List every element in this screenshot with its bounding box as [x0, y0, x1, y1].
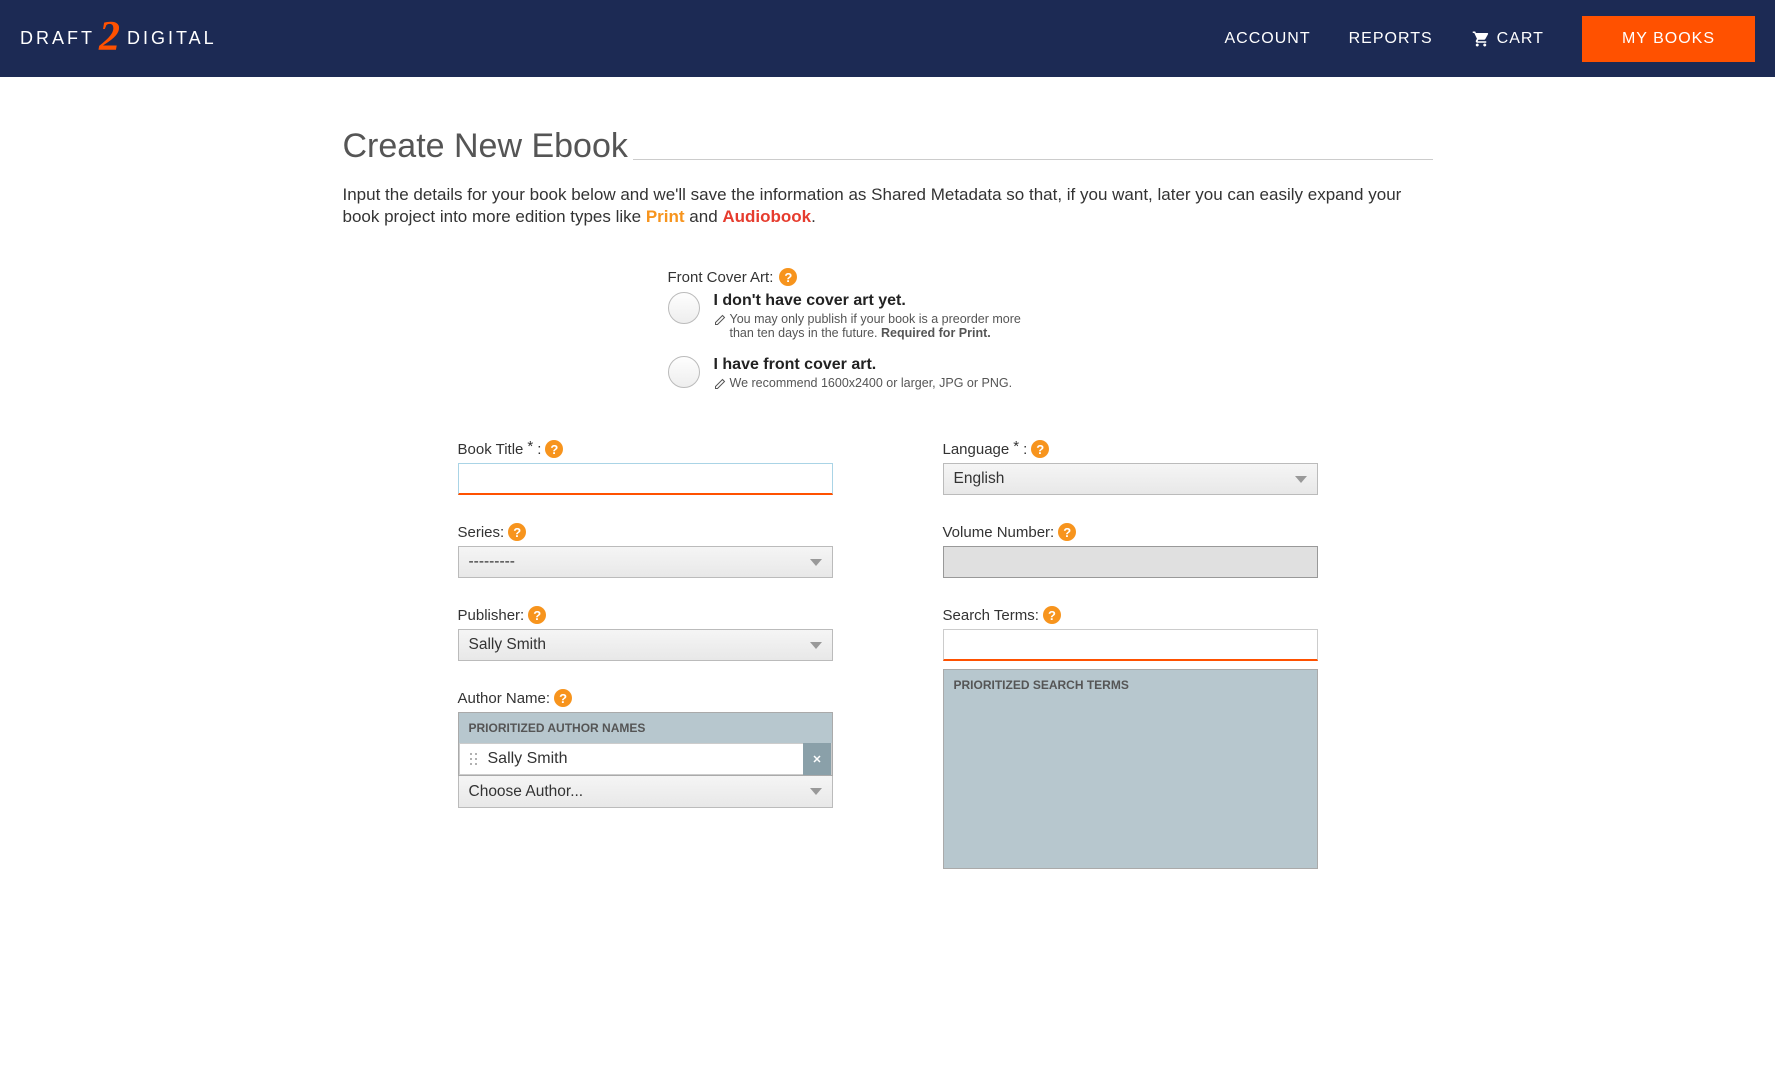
author-chip[interactable]: Sally Smith	[459, 743, 832, 775]
author-chip-name: Sally Smith	[488, 750, 568, 768]
logo-right: DIGITAL	[127, 28, 217, 49]
book-title-input[interactable]	[458, 463, 833, 495]
header: DRAFT 2 DIGITAL ACCOUNT REPORTS CART MY …	[0, 0, 1775, 77]
series-select[interactable]: ---------	[458, 546, 833, 578]
print-word: Print	[646, 207, 685, 226]
close-icon	[811, 753, 823, 765]
intro-text: Input the details for your book below an…	[343, 184, 1433, 228]
field-publisher: Publisher: ? Sally Smith	[458, 606, 833, 661]
help-icon[interactable]: ?	[779, 268, 797, 286]
nav: ACCOUNT REPORTS CART MY BOOKS	[1225, 16, 1756, 62]
field-author: Author Name: ? PRIORITIZED AUTHOR NAMES …	[458, 689, 833, 808]
publisher-select[interactable]: Sally Smith	[458, 629, 833, 661]
nav-reports[interactable]: REPORTS	[1349, 30, 1433, 48]
field-book-title: Book Title*: ?	[458, 440, 833, 495]
no-art-desc: You may only publish if your book is a p…	[714, 312, 1034, 340]
pencil-icon	[714, 314, 726, 326]
chevron-down-icon	[810, 642, 822, 649]
cart-icon	[1471, 30, 1491, 48]
nav-account[interactable]: ACCOUNT	[1225, 30, 1311, 48]
help-icon[interactable]: ?	[545, 440, 563, 458]
have-art-desc: We recommend 1600x2400 or larger, JPG or…	[714, 376, 1013, 390]
author-header: PRIORITIZED AUTHOR NAMES	[459, 713, 832, 743]
cart-label: CART	[1497, 30, 1544, 48]
audio-word: Audiobook	[722, 207, 811, 226]
cover-art-section: Front Cover Art: ? I don't have cover ar…	[343, 268, 1433, 390]
radio-have-art[interactable]	[668, 356, 700, 388]
logo[interactable]: DRAFT 2 DIGITAL	[20, 15, 217, 63]
cover-option-no-art[interactable]: I don't have cover art yet. You may only…	[668, 292, 1433, 340]
field-search-terms: Search Terms: ? PRIORITIZED SEARCH TERMS	[943, 606, 1318, 869]
my-books-button[interactable]: MY BOOKS	[1582, 16, 1755, 62]
form-grid: Book Title*: ? Series: ? --------- Publi…	[343, 440, 1433, 897]
language-select[interactable]: English	[943, 463, 1318, 495]
field-series: Series: ? ---------	[458, 523, 833, 578]
radio-no-art[interactable]	[668, 292, 700, 324]
volume-input	[943, 546, 1318, 578]
logo-number: 2	[99, 13, 123, 61]
cover-option-have-art[interactable]: I have front cover art. We recommend 160…	[668, 356, 1433, 390]
field-language: Language*: ? English	[943, 440, 1318, 495]
chevron-down-icon	[810, 788, 822, 795]
choose-author-select[interactable]: Choose Author...	[458, 776, 833, 808]
chevron-down-icon	[810, 559, 822, 566]
cover-art-label: Front Cover Art: ?	[668, 268, 1433, 286]
search-terms-header: PRIORITIZED SEARCH TERMS	[944, 670, 1317, 700]
search-terms-input[interactable]	[943, 629, 1318, 661]
nav-cart[interactable]: CART	[1471, 30, 1544, 48]
help-icon[interactable]: ?	[508, 523, 526, 541]
remove-author-button[interactable]	[803, 743, 831, 775]
drag-handle-icon[interactable]	[470, 753, 478, 766]
field-volume: Volume Number: ?	[943, 523, 1318, 578]
logo-left: DRAFT	[20, 28, 95, 49]
help-icon[interactable]: ?	[1043, 606, 1061, 624]
help-icon[interactable]: ?	[1058, 523, 1076, 541]
page-title: Create New Ebook	[343, 127, 1433, 172]
pencil-icon	[714, 378, 726, 390]
no-art-title: I don't have cover art yet.	[714, 292, 1034, 310]
main-content: Create New Ebook Input the details for y…	[323, 77, 1453, 937]
help-icon[interactable]: ?	[528, 606, 546, 624]
help-icon[interactable]: ?	[1031, 440, 1049, 458]
have-art-title: I have front cover art.	[714, 356, 1013, 374]
chevron-down-icon	[1295, 476, 1307, 483]
search-terms-box: PRIORITIZED SEARCH TERMS	[943, 669, 1318, 869]
help-icon[interactable]: ?	[554, 689, 572, 707]
author-names-box: PRIORITIZED AUTHOR NAMES Sally Smith	[458, 712, 833, 776]
